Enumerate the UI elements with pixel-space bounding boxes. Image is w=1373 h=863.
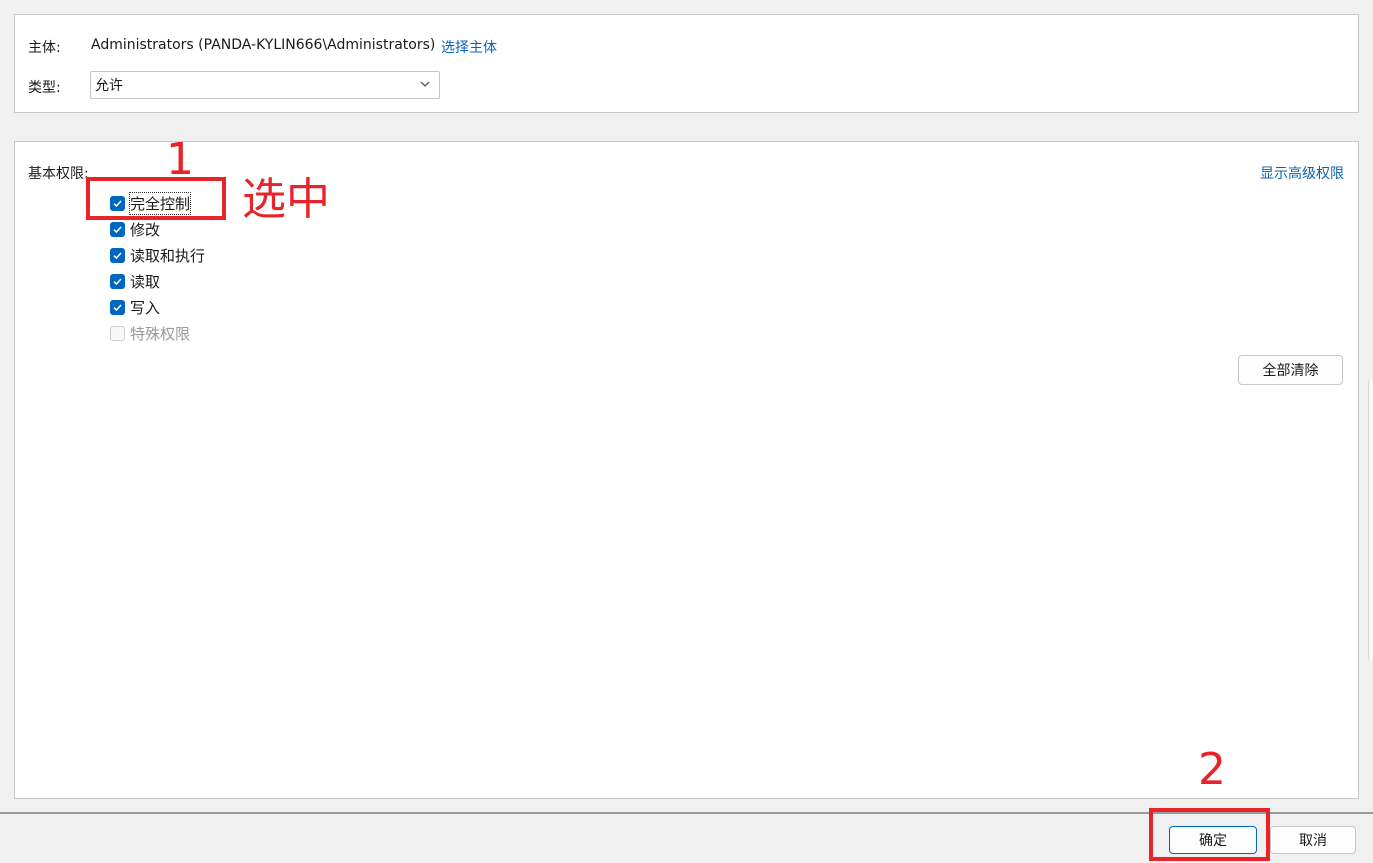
permission-label: 写入 xyxy=(130,298,161,317)
clear-all-button[interactable]: 全部清除 xyxy=(1238,355,1343,385)
permission-label: 修改 xyxy=(130,220,161,239)
annotation-step-2-number: 2 xyxy=(1198,744,1226,795)
type-select[interactable]: 允许 xyxy=(90,71,440,99)
principal-label: 主体: xyxy=(28,40,61,56)
permission-special: 特殊权限 xyxy=(110,322,190,344)
permission-label: 读取 xyxy=(130,272,161,291)
type-label: 类型: xyxy=(28,80,61,96)
permission-write[interactable]: 写入 xyxy=(110,296,160,318)
checkbox-unchecked-icon xyxy=(110,325,125,341)
checkbox-checked-icon[interactable] xyxy=(110,221,125,237)
permission-read[interactable]: 读取 xyxy=(110,270,160,292)
permission-label: 特殊权限 xyxy=(130,324,191,343)
annotation-step-1-text: 选中 xyxy=(242,174,330,225)
chevron-down-icon xyxy=(419,78,431,90)
annotation-highlight-box-2 xyxy=(1149,808,1270,861)
permission-modify[interactable]: 修改 xyxy=(110,218,160,240)
principal-value: Administrators (PANDA-KYLIN666\Administr… xyxy=(91,37,436,53)
basic-permissions-title: 基本权限: xyxy=(28,166,89,182)
permissions-panel: 基本权限: 显示高级权限 完全控制 修改 读取和执行 读取 写入 特殊权限 全部… xyxy=(14,141,1359,799)
annotation-step-1-number: 1 xyxy=(166,134,194,185)
cancel-button[interactable]: 取消 xyxy=(1270,826,1356,854)
checkbox-checked-icon[interactable] xyxy=(110,247,125,263)
annotation-highlight-box-1 xyxy=(86,177,226,220)
type-select-value: 允许 xyxy=(95,78,123,94)
checkbox-checked-icon[interactable] xyxy=(110,273,125,289)
principal-panel: 主体: Administrators (PANDA-KYLIN666\Admin… xyxy=(14,14,1359,113)
scrollbar-edge xyxy=(1368,380,1373,660)
show-advanced-permissions-link[interactable]: 显示高级权限 xyxy=(1260,163,1344,183)
permission-read-execute[interactable]: 读取和执行 xyxy=(110,244,205,266)
permission-label: 读取和执行 xyxy=(130,246,206,265)
select-principal-link[interactable]: 选择主体 xyxy=(441,37,497,57)
checkbox-checked-icon[interactable] xyxy=(110,299,125,315)
